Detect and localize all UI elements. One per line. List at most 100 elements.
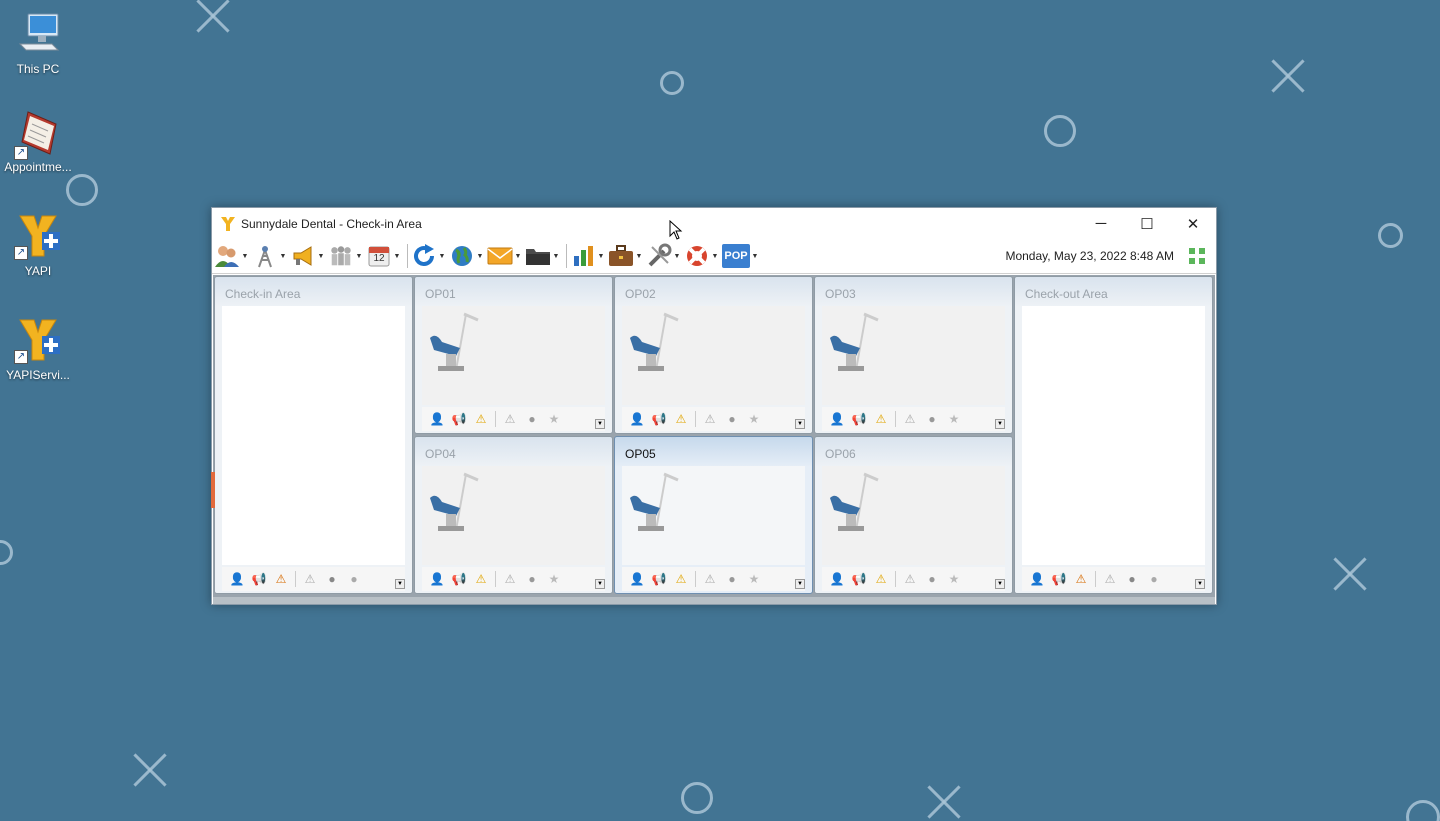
star-icon[interactable]: ★ [943,570,965,588]
chevron-down-icon[interactable]: ▼ [1195,579,1205,589]
chevron-down-icon[interactable]: ▼ [551,253,561,260]
person-gray-icon[interactable]: ● [1121,570,1143,588]
staff-gray-icon[interactable]: ● [521,570,543,588]
patient-icon[interactable]: 👤 [426,570,448,588]
setup-button[interactable]: ▼ [646,241,682,271]
megaphone-icon[interactable]: 📢 [848,410,870,428]
warning-icon[interactable]: ⚠ [270,570,292,588]
op06-panel[interactable]: OP06 👤 📢 ⚠ ⚠ ● ★ ▼ [814,436,1013,594]
title-bar[interactable]: Sunnydale Dental - Check-in Area ─ ☐ ✕ [212,208,1216,239]
staff-gray-icon[interactable]: ● [921,410,943,428]
megaphone-icon[interactable]: 📢 [848,570,870,588]
help-button[interactable]: ▼ [684,241,720,271]
chevron-down-icon[interactable]: ▼ [795,419,805,429]
chevron-down-icon[interactable]: ▼ [395,579,405,589]
op04-panel[interactable]: OP04 👤 📢 ⚠ ⚠ ● ★ ▼ [414,436,613,594]
checkout-area-panel[interactable]: Check-out Area 👤 📢 ⚠ ⚠ ● ● ▼ [1014,276,1213,594]
maximize-button[interactable]: ☐ [1124,208,1170,239]
staff-button[interactable]: ▼ [328,241,364,271]
megaphone-icon[interactable]: 📢 [448,570,470,588]
op-body[interactable] [822,466,1005,565]
megaphone-icon[interactable]: 📢 [448,410,470,428]
checkin-list[interactable] [222,306,405,565]
chevron-down-icon[interactable]: ▼ [513,253,523,260]
refresh-button[interactable]: ▼ [411,241,447,271]
patient-icon[interactable]: 👤 [826,410,848,428]
chevron-down-icon[interactable]: ▼ [354,253,364,260]
chevron-down-icon[interactable]: ▼ [596,253,606,260]
pop-button[interactable]: POP ▼ [722,241,760,271]
chevron-down-icon[interactable]: ▼ [710,253,720,260]
alert-gray-icon[interactable]: ⚠ [899,570,921,588]
staff-gray-icon[interactable]: ● [343,570,365,588]
star-icon[interactable]: ★ [743,570,765,588]
warning-icon[interactable]: ⚠ [470,410,492,428]
patient-icon[interactable]: 👤 [1026,570,1048,588]
op02-panel[interactable]: OP02 👤 📢 ⚠ ⚠ ● ★ ▼ [614,276,813,434]
chevron-down-icon[interactable]: ▼ [750,253,760,260]
op05-panel[interactable]: OP05 👤 📢 ⚠ ⚠ ● ★ ▼ [614,436,813,594]
patient-icon[interactable]: 👤 [226,570,248,588]
close-button[interactable]: ✕ [1170,208,1216,239]
staff-gray-icon[interactable]: ● [721,570,743,588]
calendar-button[interactable]: 12 ▼ [366,241,402,271]
star-icon[interactable]: ★ [543,570,565,588]
desktop-icon-appointment[interactable]: ↗ Appointme... [0,108,76,174]
chevron-down-icon[interactable]: ▼ [437,253,447,260]
mail-button[interactable]: ▼ [487,241,523,271]
alert-gray-icon[interactable]: ⚠ [699,410,721,428]
layout-toggle-icon[interactable] [1184,243,1210,269]
staff-gray-icon[interactable]: ● [1143,570,1165,588]
alert-gray-icon[interactable]: ⚠ [699,570,721,588]
chevron-down-icon[interactable]: ▼ [672,253,682,260]
star-icon[interactable]: ★ [543,410,565,428]
staff-gray-icon[interactable]: ● [721,410,743,428]
staff-gray-icon[interactable]: ● [921,570,943,588]
drag-handle[interactable] [211,472,215,508]
op-body[interactable] [622,306,805,405]
op-body[interactable] [622,466,805,565]
op-body[interactable] [422,306,605,405]
patient-icon[interactable]: 👤 [626,410,648,428]
megaphone-icon[interactable]: 📢 [648,410,670,428]
warning-icon[interactable]: ⚠ [670,410,692,428]
desktop-icon-yapi-service[interactable]: ↗ YAPIServi... [0,316,76,382]
warning-icon[interactable]: ⚠ [670,570,692,588]
warning-icon[interactable]: ⚠ [870,410,892,428]
person-gray-icon[interactable]: ● [321,570,343,588]
alert-gray-icon[interactable]: ⚠ [299,570,321,588]
patient-icon[interactable]: 👤 [426,410,448,428]
chevron-down-icon[interactable]: ▼ [995,579,1005,589]
chevron-down-icon[interactable]: ▼ [634,253,644,260]
documents-button[interactable]: ▼ [525,241,561,271]
warning-icon[interactable]: ⚠ [870,570,892,588]
network-button[interactable]: ▼ [252,241,288,271]
chevron-down-icon[interactable]: ▼ [278,253,288,260]
megaphone-icon[interactable]: 📢 [1048,570,1070,588]
chevron-down-icon[interactable]: ▼ [475,253,485,260]
patient-icon[interactable]: 👤 [626,570,648,588]
op-body[interactable] [422,466,605,565]
star-icon[interactable]: ★ [743,410,765,428]
alert-gray-icon[interactable]: ⚠ [499,570,521,588]
business-button[interactable]: ▼ [608,241,644,271]
chevron-down-icon[interactable]: ▼ [595,579,605,589]
checkout-list[interactable] [1022,306,1205,565]
patient-icon[interactable]: 👤 [826,570,848,588]
desktop-icon-this-pc[interactable]: This PC [0,10,76,76]
star-icon[interactable]: ★ [943,410,965,428]
alert-gray-icon[interactable]: ⚠ [899,410,921,428]
chevron-down-icon[interactable]: ▼ [240,253,250,260]
desktop-icon-yapi[interactable]: ↗ YAPI [0,212,76,278]
patients-button[interactable]: ▼ [214,241,250,271]
minimize-button[interactable]: ─ [1078,208,1124,239]
alert-gray-icon[interactable]: ⚠ [499,410,521,428]
op-body[interactable] [822,306,1005,405]
chevron-down-icon[interactable]: ▼ [995,419,1005,429]
megaphone-icon[interactable]: 📢 [248,570,270,588]
op03-panel[interactable]: OP03 👤 📢 ⚠ ⚠ ● ★ ▼ [814,276,1013,434]
alert-gray-icon[interactable]: ⚠ [1099,570,1121,588]
op01-panel[interactable]: OP01 👤 📢 ⚠ ⚠ ● ★ ▼ [414,276,613,434]
chevron-down-icon[interactable]: ▼ [392,253,402,260]
chevron-down-icon[interactable]: ▼ [316,253,326,260]
